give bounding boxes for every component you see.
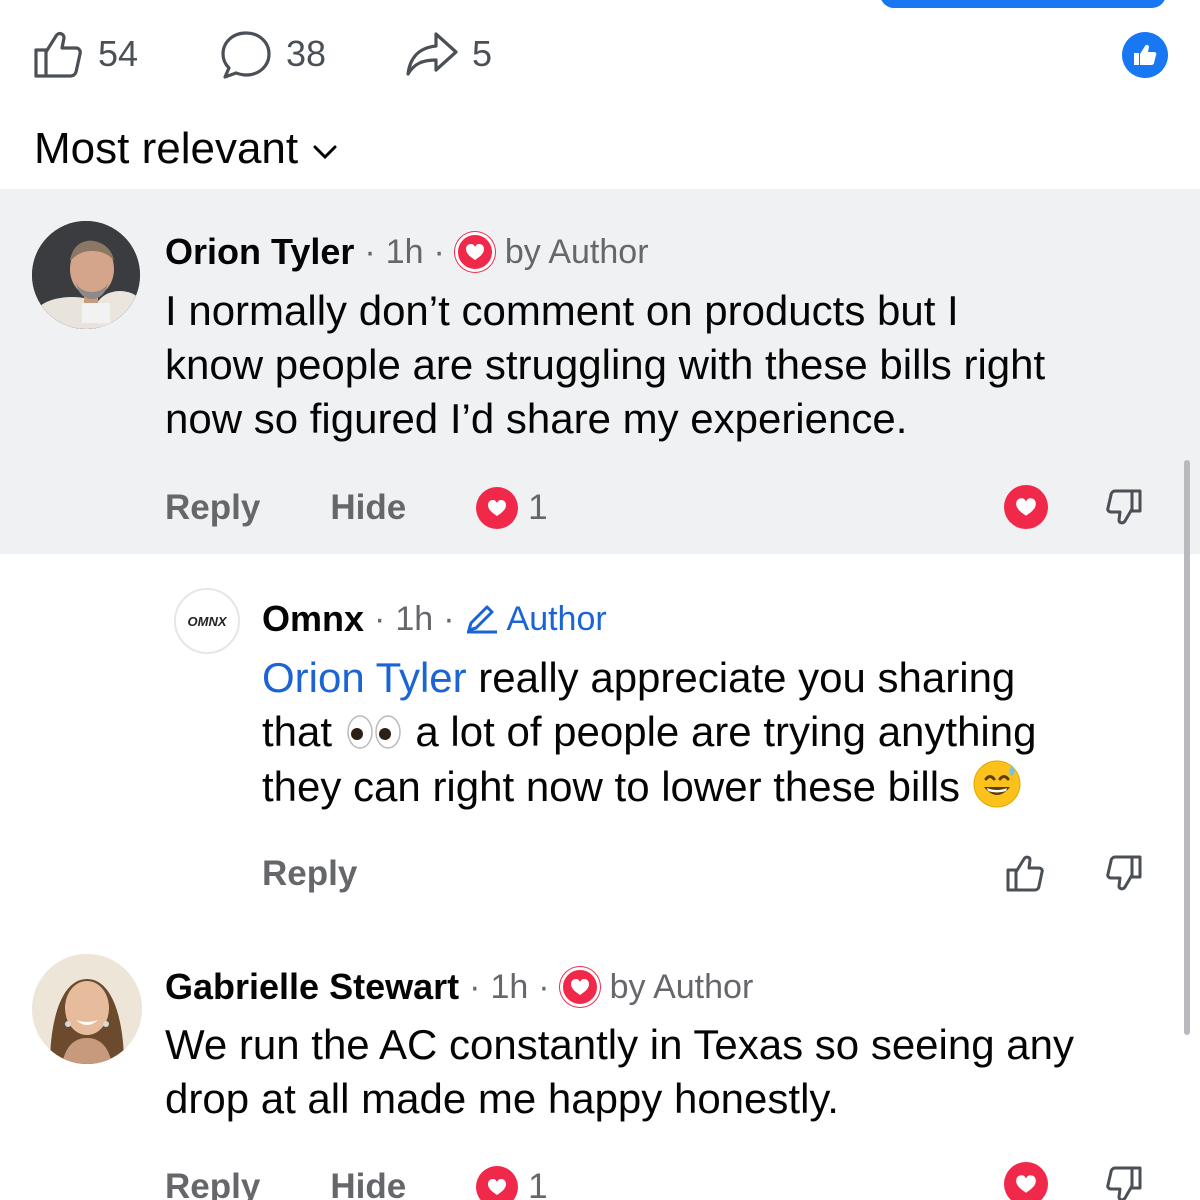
author-tag: Author [465,600,607,639]
thumbs-up-icon [34,31,82,78]
separator-dot: · [469,967,481,1006]
heart-icon [476,1166,519,1200]
author-name[interactable]: Orion Tyler [165,231,354,273]
mention-link[interactable]: Orion Tyler [262,654,467,701]
vote-actions [1004,485,1146,529]
reply-button[interactable]: Reply [165,488,260,528]
comment-time[interactable]: 1h [395,600,433,639]
comment-time[interactable]: 1h [386,233,424,272]
comment-text-segment: really appreciate you sharing [466,654,1016,701]
avatar[interactable]: OMNX [174,588,240,654]
heart-icon [476,487,519,529]
comment-text: I normally don’t comment on products but… [165,284,1045,446]
separator-dot: · [433,232,445,271]
like-count: 54 [98,33,139,74]
like-count-button[interactable]: 54 [30,28,138,80]
comment-text: Orion Tyler really appreciate you sharin… [262,651,1036,814]
author-tag-label: Author [506,599,607,638]
comment-text-line: I normally don’t comment on products but… [165,287,959,334]
separator-dot: · [364,232,376,271]
comment-text-segment: that [262,708,344,755]
heart-react-button[interactable] [1004,485,1048,529]
comment-text-segment: a lot of people are trying anything [403,708,1037,755]
avatar[interactable] [32,221,140,329]
reaction-count[interactable]: 1 [476,1166,548,1200]
separator-dot: · [538,967,550,1006]
comment-meta: Gabrielle Stewart · 1h · by Author [165,966,753,1008]
comment-actions: Reply [262,854,357,894]
vote-actions [1004,1162,1146,1200]
comment-text-line: Orion Tyler really appreciate you sharin… [262,651,1036,705]
author-name[interactable]: Gabrielle Stewart [165,966,459,1008]
sweat-smile-emoji [973,760,1021,808]
comment-text-line: drop at all made me happy honestly. [165,1075,839,1122]
chevron-down-icon [313,145,337,160]
hide-button[interactable]: Hide [330,1167,406,1200]
comment-item: Orion Tyler · 1h · by Author I normally … [0,189,1200,554]
reaction-count-value: 1 [528,1167,548,1200]
author-name[interactable]: Omnx [262,598,364,640]
thumbs-down-icon[interactable] [1106,1164,1146,1200]
eyes-emoji [346,715,401,749]
reaction-count-value: 1 [528,488,548,527]
vote-actions [1004,852,1146,894]
thumbs-up-icon[interactable] [1004,852,1048,894]
comment-text-line: now so figured I’d share my experience. [165,395,908,442]
heart-icon [454,232,495,272]
comment-icon [221,31,271,79]
heart-icon [559,967,600,1007]
comment-text-line: they can right now to lower these bills [262,759,1036,814]
share-icon [406,32,458,76]
comment-item: Gabrielle Stewart · 1h · by Author We ru… [0,934,1200,1200]
comment-text-segment: they can right now to lower these bills [262,763,972,810]
comment-count: 38 [286,33,327,74]
thumbs-down-icon[interactable] [1106,853,1146,893]
pencil-icon [466,605,497,634]
author-liked-badge: by Author [504,232,649,271]
reply-button[interactable]: Reply [262,854,357,894]
sort-dropdown[interactable]: Most relevant [34,124,338,174]
comment-meta: Orion Tyler · 1h · by Author [165,231,649,273]
comment-meta: Omnx · 1h · Author [262,598,607,640]
share-count-button[interactable]: 5 [404,28,492,80]
separator-dot: · [443,599,455,638]
comment-count-button[interactable]: 38 [218,28,326,80]
sort-label: Most relevant [34,124,299,173]
author-liked-badge: by Author [609,967,754,1006]
reply-button[interactable]: Reply [165,1167,260,1200]
comment-time[interactable]: 1h [490,968,528,1007]
avatar-logo-text: OMNX [187,613,227,629]
avatar[interactable] [32,954,142,1064]
comment-actions: Reply Hide 1 [165,1166,548,1200]
reply-item: OMNX Omnx · 1h · Author Orion Tyler real… [0,554,1200,934]
post-stats-bar: 54 38 5 [0,0,1200,110]
comment-actions: Reply Hide 1 [165,487,548,529]
comment-text: We run the AC constantly in Texas so see… [165,1018,1074,1126]
scrollbar[interactable] [1184,460,1190,1035]
reaction-count[interactable]: 1 [476,487,548,529]
separator-dot: · [374,599,386,638]
share-count: 5 [472,33,493,74]
comment-text-line: that a lot of people are trying anything [262,705,1036,759]
thumbs-down-icon[interactable] [1106,487,1146,527]
hide-button[interactable]: Hide [330,488,406,528]
comment-text-line: know people are struggling with these bi… [165,341,1046,388]
comment-text-line: We run the AC constantly in Texas so see… [165,1021,1074,1068]
heart-react-button[interactable] [1004,1162,1048,1200]
like-badge-icon[interactable] [1122,32,1168,78]
